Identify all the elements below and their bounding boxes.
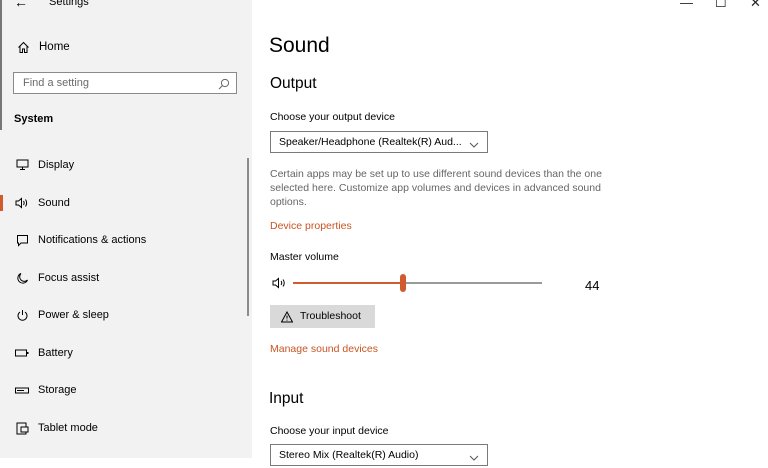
- volume-slider-fill: [293, 282, 403, 284]
- master-volume-label: Master volume: [270, 251, 339, 263]
- output-device-label: Choose your output device: [270, 111, 395, 123]
- search-icon: [218, 77, 230, 90]
- sidebar-scrollbar[interactable]: [247, 158, 249, 316]
- monitor-icon: [14, 157, 30, 173]
- home-icon: [15, 39, 31, 55]
- input-heading: Input: [269, 390, 304, 407]
- sidebar-item-focus-assist[interactable]: Focus assist: [0, 263, 252, 293]
- speaker-icon: [14, 195, 30, 211]
- battery-icon: [14, 345, 30, 361]
- sidebar-edge: [0, 0, 2, 130]
- sidebar-item-display[interactable]: Display: [0, 150, 252, 180]
- notification-icon: [14, 232, 30, 248]
- input-device-dropdown[interactable]: Stereo Mix (Realtek(R) Audio): [270, 444, 488, 466]
- sidebar-item-sound[interactable]: Sound: [0, 188, 252, 218]
- input-device-label: Choose your input device: [270, 425, 389, 437]
- volume-slider-thumb[interactable]: [399, 274, 406, 292]
- volume-value: 44: [585, 278, 600, 293]
- sidebar-item-label: Battery: [38, 347, 73, 359]
- search-input[interactable]: Find a setting: [13, 72, 237, 94]
- manage-sound-devices-link[interactable]: Manage sound devices: [270, 343, 378, 355]
- output-description: Certain apps may be set up to use differ…: [270, 168, 602, 208]
- sidebar-item-tablet-mode[interactable]: Tablet mode: [0, 413, 252, 443]
- troubleshoot-label: Troubleshoot: [300, 310, 361, 322]
- maximize-button[interactable]: ☐: [715, 0, 727, 11]
- sidebar-home[interactable]: Home: [15, 38, 70, 56]
- sidebar-item-label: Sound: [38, 197, 70, 209]
- sidebar-item-notifications[interactable]: Notifications & actions: [0, 225, 252, 255]
- output-device-value: Speaker/Headphone (Realtek(R) Aud...: [279, 136, 462, 148]
- sidebar-item-label: Storage: [38, 384, 77, 396]
- sidebar-section-system: System: [14, 113, 54, 125]
- active-indicator: [0, 195, 3, 211]
- output-heading: Output: [270, 75, 317, 92]
- volume-speaker-icon[interactable]: [272, 276, 288, 290]
- close-button[interactable]: ✕: [750, 0, 761, 11]
- sidebar-home-label: Home: [39, 41, 70, 53]
- troubleshoot-button[interactable]: Troubleshoot: [270, 305, 375, 328]
- sidebar-item-label: Display: [38, 159, 75, 171]
- sidebar-item-power-sleep[interactable]: Power & sleep: [0, 300, 252, 330]
- sidebar-item-label: Notifications & actions: [38, 234, 147, 246]
- chevron-down-icon: [469, 450, 479, 461]
- input-device-value: Stereo Mix (Realtek(R) Audio): [279, 449, 419, 461]
- sidebar-item-battery[interactable]: Battery: [0, 338, 252, 368]
- minimize-button[interactable]: —: [680, 0, 693, 10]
- back-arrow-icon[interactable]: ←: [14, 0, 28, 10]
- chevron-down-icon: [469, 137, 479, 148]
- window-title: Settings: [49, 0, 89, 8]
- search-placeholder: Find a setting: [23, 77, 90, 89]
- storage-icon: [14, 382, 30, 398]
- moon-icon: [14, 270, 30, 286]
- sidebar: ← Settings Home Find a setting System Di…: [0, 0, 252, 458]
- tablet-icon: [14, 420, 30, 436]
- sidebar-item-label: Tablet mode: [38, 422, 98, 434]
- output-device-dropdown[interactable]: Speaker/Headphone (Realtek(R) Aud...: [270, 131, 488, 153]
- sidebar-item-label: Focus assist: [38, 272, 100, 284]
- sidebar-item-label: Power & sleep: [38, 309, 109, 321]
- page-title: Sound: [269, 34, 330, 57]
- warning-icon: [280, 310, 294, 323]
- sidebar-item-storage[interactable]: Storage: [0, 375, 252, 405]
- device-properties-link[interactable]: Device properties: [270, 220, 352, 232]
- power-icon: [14, 307, 30, 323]
